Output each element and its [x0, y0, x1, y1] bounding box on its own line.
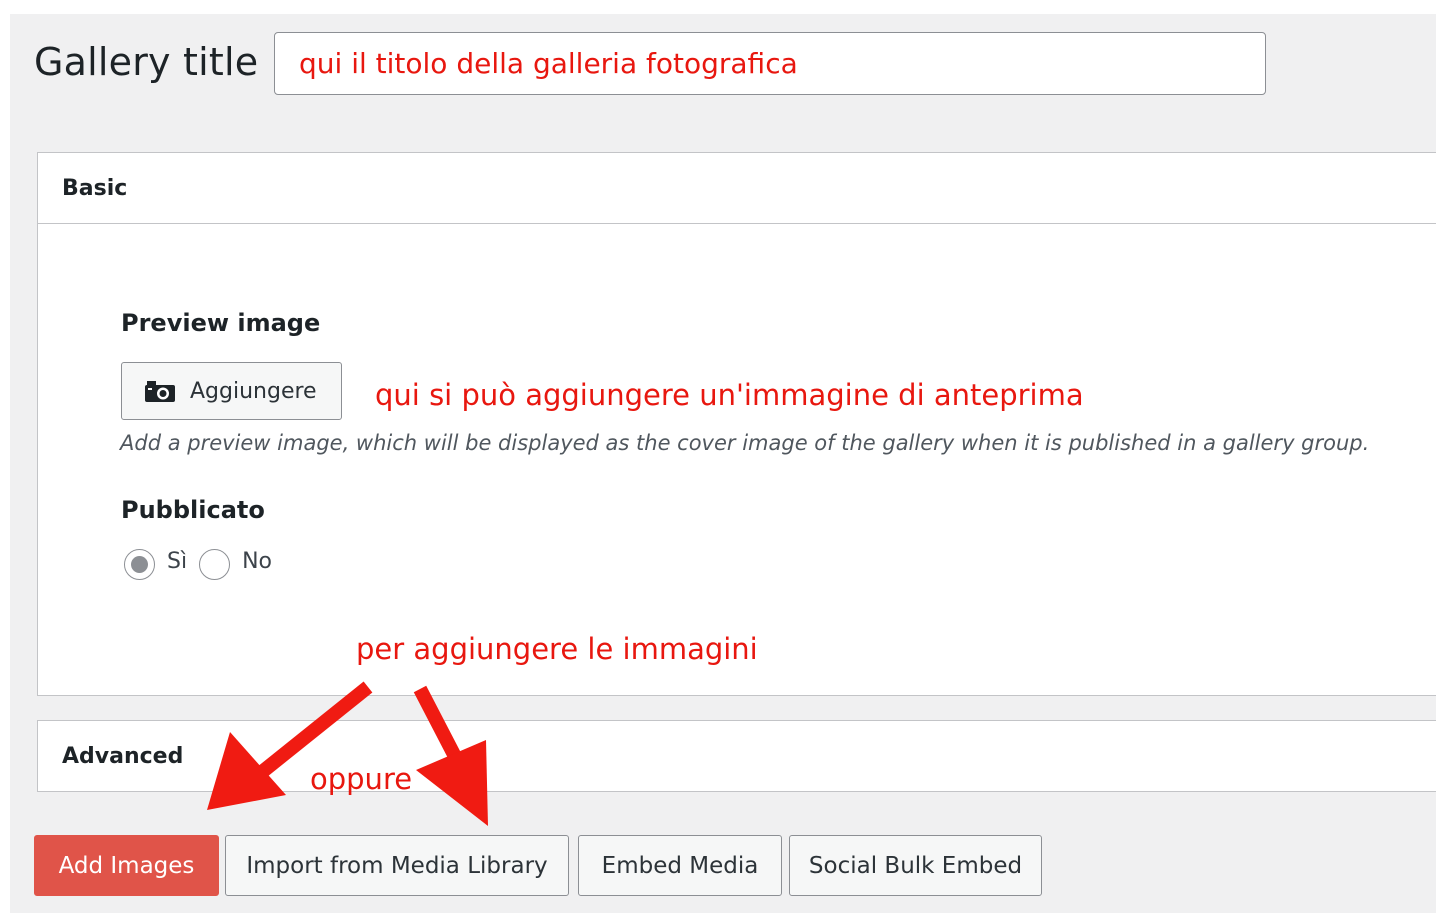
embed-media-button[interactable]: Embed Media: [578, 835, 782, 896]
arrow-left-icon: [207, 681, 373, 810]
add-images-button[interactable]: Add Images: [34, 835, 219, 896]
arrow-right-icon: [413, 685, 488, 826]
import-media-library-button[interactable]: Import from Media Library: [225, 835, 569, 896]
social-bulk-embed-button[interactable]: Social Bulk Embed: [789, 835, 1042, 896]
annotation-arrows: [207, 681, 488, 826]
